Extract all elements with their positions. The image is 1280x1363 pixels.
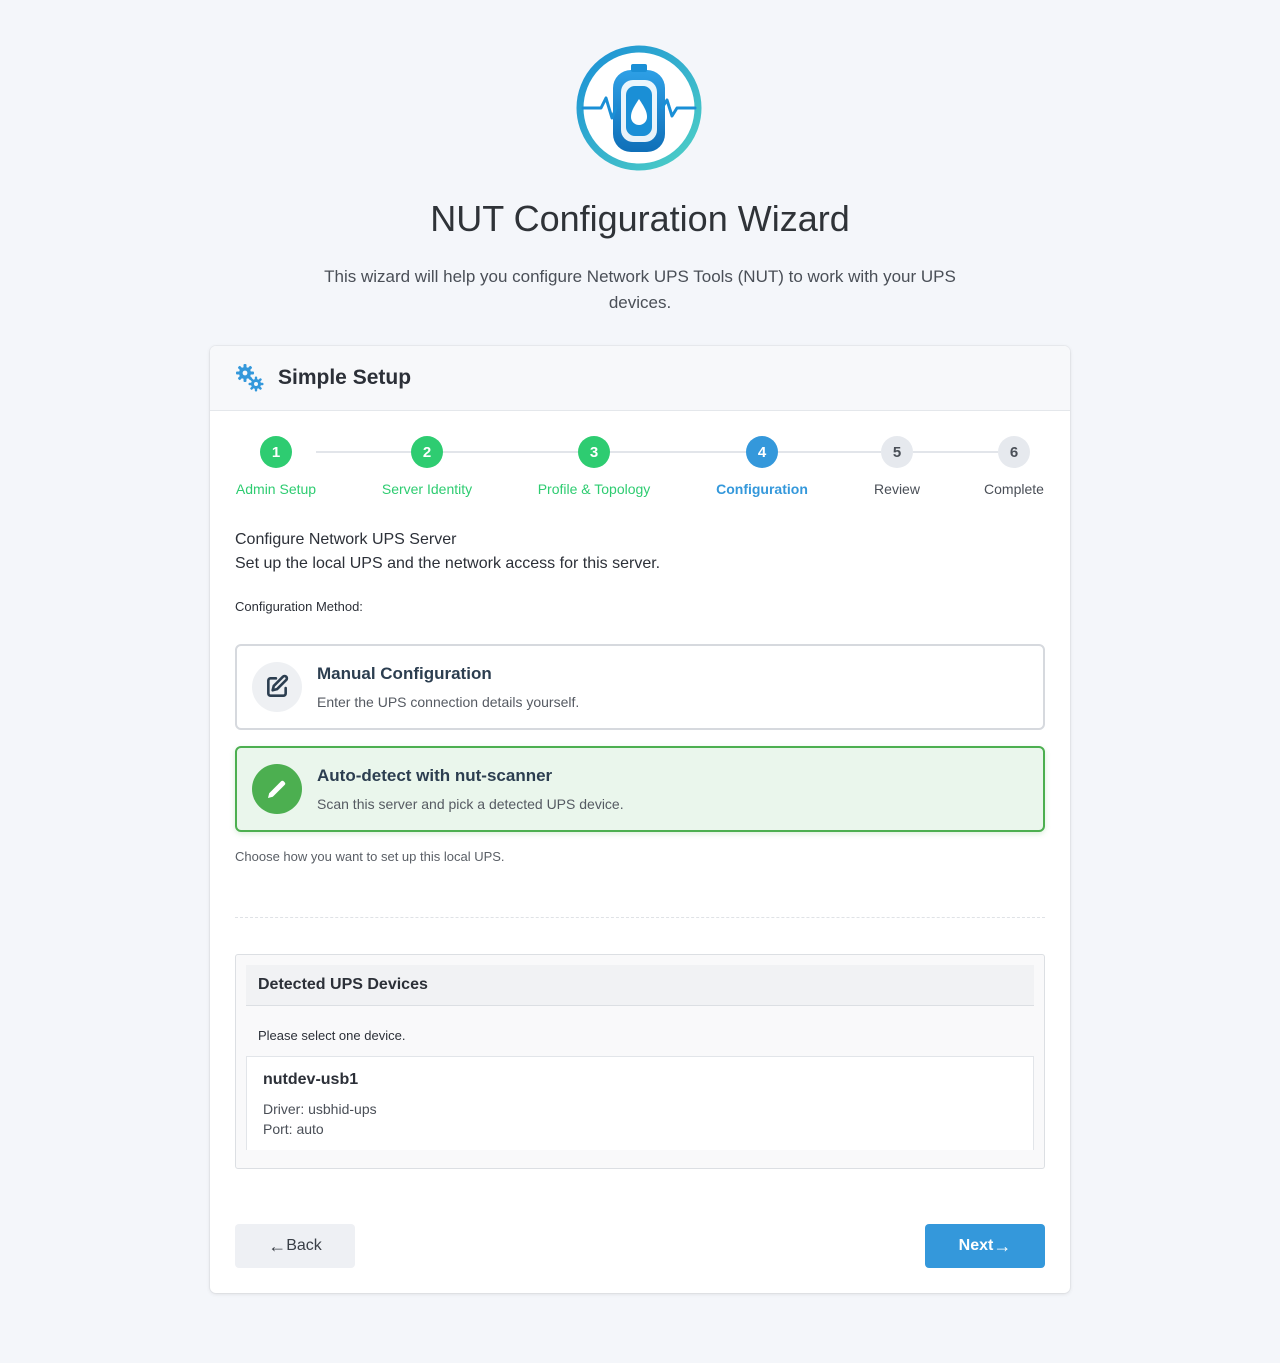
- devices-hint: Please select one device.: [258, 1028, 406, 1043]
- step-connector: [443, 451, 578, 453]
- wizard-card: Simple Setup 1 Admin Setup 2 Server Iden…: [210, 346, 1070, 1293]
- step-connector: [778, 451, 881, 453]
- next-button-label: Next: [958, 1237, 994, 1254]
- arrow-left-icon: ←: [268, 1236, 287, 1256]
- option-description: Scan this server and pick a detected UPS…: [317, 796, 624, 812]
- option-description: Enter the UPS connection details yoursel…: [317, 694, 580, 710]
- method-help-text: Choose how you want to set up this local…: [235, 849, 505, 864]
- card-header: Simple Setup: [210, 346, 1070, 411]
- auto-detect-option[interactable]: Auto-detect with nut-scanner Scan this s…: [235, 746, 1045, 832]
- manual-configuration-option[interactable]: Manual Configuration Enter the UPS conne…: [235, 644, 1045, 730]
- detected-devices-panel: Detected UPS Devices Please select one d…: [235, 954, 1045, 1169]
- step-number: 5: [881, 436, 913, 468]
- next-button[interactable]: Next →: [925, 1224, 1045, 1268]
- step-number: 1: [260, 436, 292, 468]
- option-title: Auto-detect with nut-scanner: [317, 766, 553, 785]
- nut-logo-icon: [576, 45, 702, 171]
- step-number: 3: [578, 436, 610, 468]
- configuration-method-label: Configuration Method:: [235, 599, 363, 614]
- step-number: 6: [998, 436, 1030, 468]
- step-connector: [316, 451, 411, 453]
- step-connector: [610, 451, 746, 453]
- device-port: Port: auto: [263, 1121, 324, 1137]
- step-number: 2: [411, 436, 443, 468]
- section-description: Set up the local UPS and the network acc…: [235, 555, 661, 572]
- device-driver: Driver: usbhid-ups: [263, 1101, 377, 1117]
- pencil-icon: [252, 764, 302, 814]
- page-title: NUT Configuration Wizard: [430, 198, 850, 239]
- option-title: Manual Configuration: [317, 664, 492, 683]
- back-button[interactable]: ← Back: [235, 1224, 355, 1268]
- section-divider: [235, 917, 1045, 918]
- device-name: nutdev-usb1: [263, 1071, 359, 1088]
- step-label: Complete: [984, 481, 1044, 497]
- step-number: 4: [746, 436, 778, 468]
- page-subtitle: This wizard will help you configure Netw…: [324, 267, 956, 312]
- arrow-right-icon: →: [993, 1236, 1012, 1256]
- back-button-label: Back: [286, 1237, 322, 1254]
- section-title: Configure Network UPS Server: [235, 531, 457, 548]
- gears-icon: [236, 364, 264, 392]
- wizard-stepper: 1 Admin Setup 2 Server Identity 3 Profil…: [210, 436, 1070, 506]
- device-item-nutdev-usb1[interactable]: nutdev-usb1 Driver: usbhid-ups Port: aut…: [246, 1056, 1034, 1150]
- step-connector: [913, 451, 998, 453]
- card-title: Simple Setup: [278, 366, 412, 389]
- devices-panel-title: Detected UPS Devices: [246, 965, 1034, 1006]
- edit-icon: [252, 662, 302, 712]
